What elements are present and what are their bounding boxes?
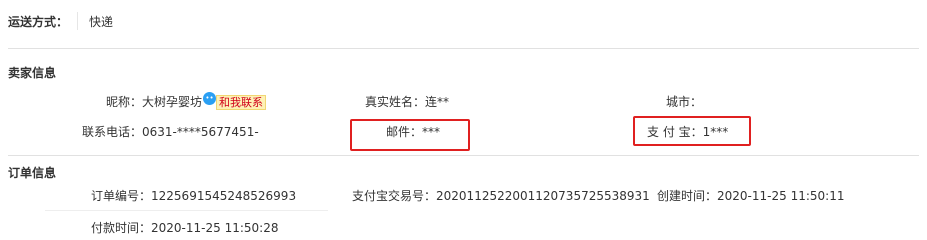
nickname-label: 昵称： (106, 95, 143, 109)
order-section-title: 订单信息 (8, 166, 57, 180)
alipay-value: 1*** (702, 125, 729, 139)
seller-phone-row: 联系电话：0631-****5677451- (82, 123, 259, 140)
phone-label: 联系电话： (82, 125, 143, 139)
created-time-row: 创建时间：2020-11-25 11:50:11 (657, 187, 844, 204)
paid-time-value: 2020-11-25 11:50:28 (151, 221, 279, 235)
city-label: 城市： (666, 95, 703, 109)
shipping-method-value: 快递 (89, 15, 114, 29)
contact-me-button[interactable]: 和我联系 (216, 95, 267, 110)
paid-time-label: 付款时间： (91, 221, 152, 235)
realname-label: 真实姓名： (365, 95, 426, 109)
order-number-label: 订单编号： (91, 189, 152, 203)
shipping-method-label: 运送方式： (8, 15, 69, 29)
created-time-label: 创建时间： (657, 189, 718, 203)
created-time-value: 2020-11-25 11:50:11 (717, 189, 845, 203)
chat-bubble-icon[interactable]: •• (203, 92, 217, 105)
alipay-label: 支 付 宝： (647, 125, 703, 139)
divider (8, 48, 919, 49)
email-value: *** (422, 125, 441, 139)
alipay-trade-number-label: 支付宝交易号： (352, 189, 437, 203)
alipay-trade-number-row: 支付宝交易号：2020112522001120735725538931 (352, 187, 650, 204)
email-label: 邮件： (386, 125, 423, 139)
nickname-value[interactable]: 大树孕婴坊 (142, 95, 202, 109)
seller-realname-row: 真实姓名：连** (365, 93, 449, 110)
alipay-trade-number-value: 2020112522001120735725538931 (436, 189, 650, 203)
phone-value: 0631-****5677451- (142, 125, 259, 139)
seller-alipay-row: 支 付 宝：1*** (647, 123, 728, 140)
realname-value: 连** (425, 95, 450, 109)
order-number-value: 1225691545248526993 (151, 189, 297, 203)
divider (8, 155, 919, 156)
paid-time-row: 付款时间：2020-11-25 11:50:28 (91, 219, 278, 236)
seller-nickname-row: 昵称：大树孕婴坊 •• 和我联系 (106, 92, 267, 110)
seller-email-row: 邮件：*** (386, 123, 440, 140)
seller-section-title: 卖家信息 (8, 66, 57, 80)
seller-city-row: 城市： (666, 93, 702, 110)
shipping-separator (77, 12, 78, 30)
divider (45, 210, 328, 211)
order-number-row: 订单编号：1225691545248526993 (91, 187, 296, 204)
